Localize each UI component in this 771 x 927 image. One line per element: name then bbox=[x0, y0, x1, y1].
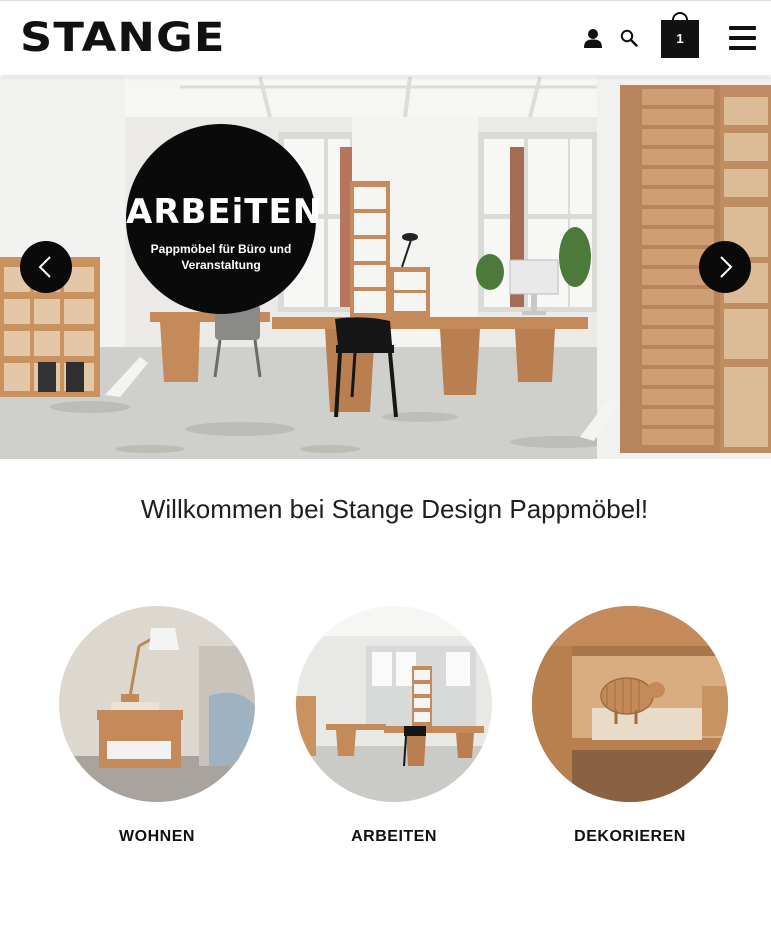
category-image-arbeiten bbox=[296, 606, 492, 802]
category-label-arbeiten: ARBEITEN bbox=[351, 828, 437, 845]
category-label-wohnen: WOHNEN bbox=[119, 828, 195, 845]
category-image-wohnen bbox=[59, 606, 255, 802]
hero-badge[interactable]: ARBEiTEN Pappmöbel für Büro und Veransta… bbox=[126, 124, 323, 314]
chevron-left-icon bbox=[38, 256, 51, 278]
hero-badge-subtitle: Pappmöbel für Büro und Veranstaltung bbox=[150, 242, 292, 272]
category-wohnen[interactable]: WOHNEN bbox=[59, 606, 255, 845]
menu-icon[interactable] bbox=[729, 26, 756, 50]
chevron-right-icon bbox=[720, 256, 733, 278]
cart-button[interactable]: 1 bbox=[661, 12, 699, 58]
user-icon[interactable] bbox=[583, 28, 603, 48]
site-header: STANGE 1 bbox=[0, 0, 771, 75]
search-icon[interactable] bbox=[620, 29, 638, 47]
slider-prev-button[interactable] bbox=[20, 241, 72, 293]
stange-logo[interactable]: STANGE bbox=[20, 18, 224, 58]
category-dekorieren[interactable]: DEKORIEREN bbox=[532, 606, 728, 845]
hero-badge-title: ARBEiTEN bbox=[126, 192, 323, 232]
hero-image bbox=[0, 77, 771, 459]
welcome-heading: Willkommen bei Stange Design Pappmöbel! bbox=[140, 494, 649, 524]
category-label-dekorieren: DEKORIEREN bbox=[574, 828, 686, 845]
cart-count: 1 bbox=[676, 31, 684, 46]
category-image-dekorieren bbox=[532, 606, 728, 802]
category-arbeiten[interactable]: ARBEITEN bbox=[296, 606, 492, 845]
hero-slider: ARBEiTEN Pappmöbel für Büro und Veransta… bbox=[0, 77, 771, 459]
logo-text: STANGE bbox=[20, 15, 226, 61]
slider-next-button[interactable] bbox=[699, 241, 751, 293]
